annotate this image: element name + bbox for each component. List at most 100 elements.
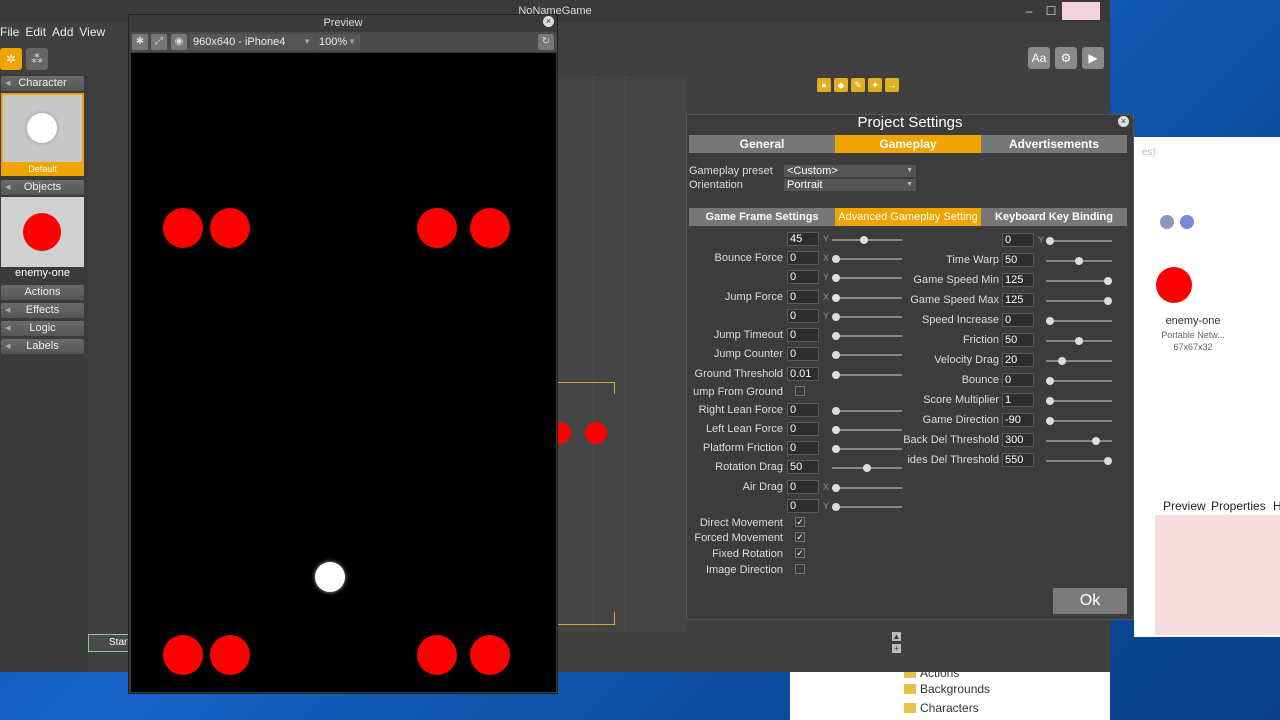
dialog.left_fields2-slider-knob[interactable]	[832, 484, 840, 492]
dialog.left_fields-slider-knob[interactable]	[860, 236, 868, 244]
tab-general[interactable]: General	[689, 135, 835, 153]
font-button[interactable]: Aa	[1028, 47, 1050, 69]
character-tool-icon[interactable]: ✲	[0, 48, 22, 70]
dialog.left_fields2-slider-track[interactable]	[832, 487, 902, 489]
jump-from-ground-checkbox[interactable]	[795, 386, 805, 396]
dialog.right_fields-slider-knob[interactable]	[1046, 237, 1054, 245]
dialog.left_fields-input[interactable]: 0	[787, 270, 819, 284]
dialog.left_fields-input[interactable]: 0.01	[787, 367, 819, 381]
subtab-game-frame[interactable]: Game Frame Settings	[689, 208, 835, 226]
dialog.right_fields-input[interactable]: 0	[1002, 373, 1034, 387]
dialog.right_fields-slider-knob[interactable]	[1046, 317, 1054, 325]
dialog.right_fields-input[interactable]: 50	[1002, 253, 1034, 267]
start-button[interactable]: Start	[88, 634, 130, 652]
explorer-item-characters[interactable]: Characters	[920, 701, 979, 715]
device-select[interactable]: 960x640 - iPhone4 ▼	[190, 34, 315, 50]
dialog.right_fields-slider-knob[interactable]	[1104, 457, 1112, 465]
dialog.right_fields-input[interactable]: 550	[1002, 453, 1034, 467]
dialog.right_fields-slider-knob[interactable]	[1046, 417, 1054, 425]
actions-header[interactable]: Actions	[1, 285, 84, 300]
info-icon[interactable]	[1180, 215, 1194, 229]
dialog.right_fields-input[interactable]: 0	[1002, 233, 1034, 247]
dialog.right_fields-slider-knob[interactable]	[1075, 337, 1083, 345]
scene-enemy[interactable]	[585, 422, 607, 444]
close-button[interactable]	[1062, 2, 1100, 20]
arrow-icon[interactable]: →	[885, 78, 899, 92]
menu-view[interactable]: View	[79, 22, 111, 42]
dialog.left_fields-input[interactable]: 45	[787, 232, 819, 246]
dialog.right_fields-slider-knob[interactable]	[1104, 297, 1112, 305]
zoom-select[interactable]: 100% ▼	[316, 34, 360, 50]
checkbox[interactable]: ✓	[795, 548, 805, 558]
menu-edit[interactable]: Edit	[25, 22, 52, 42]
dialog.right_fields-slider-knob[interactable]	[1046, 397, 1054, 405]
dialog.right_fields-slider-track[interactable]	[1046, 300, 1112, 302]
dialog.right_fields-input[interactable]: 300	[1002, 433, 1034, 447]
dialog.right_fields-slider-knob[interactable]	[1075, 257, 1083, 265]
snap-icon[interactable]: ◆	[834, 78, 848, 92]
dialog.right_fields-slider-knob[interactable]	[1092, 437, 1100, 445]
dialog.right_fields-slider-track[interactable]	[1046, 440, 1112, 442]
dialog.left_fields2-slider-track[interactable]	[832, 429, 902, 431]
settings-button[interactable]: ⚙	[1055, 47, 1077, 69]
asset-thumbnail[interactable]	[1156, 267, 1192, 303]
character-header[interactable]: ◀ Character	[1, 76, 84, 91]
dialog.left_fields2-input[interactable]: 0	[787, 422, 819, 436]
camera-icon[interactable]: ◉	[171, 34, 187, 50]
dialog.left_fields-input[interactable]: 0	[787, 347, 819, 361]
gear-icon[interactable]	[1160, 215, 1174, 229]
dialog.right_fields-input[interactable]: -90	[1002, 413, 1034, 427]
preset-select[interactable]: <Custom> ▼	[784, 165, 916, 177]
subtab-keyboard[interactable]: Keyboard Key Binding	[981, 208, 1127, 226]
close-icon[interactable]: ×	[1118, 116, 1129, 127]
labels-header[interactable]: ◀ Labels	[1, 339, 84, 354]
expand-icon[interactable]: ⤢	[151, 34, 167, 50]
refresh-icon[interactable]: ↻	[538, 34, 554, 50]
hierarchy-tool-icon[interactable]: ⁂	[26, 48, 48, 70]
dialog.right_fields-slider-track[interactable]	[1046, 420, 1112, 422]
dialog.right_fields-slider-track[interactable]	[1046, 460, 1112, 462]
play-button[interactable]: ▶	[1082, 47, 1104, 69]
menu-file[interactable]: File	[0, 22, 25, 42]
dialog.left_fields-input[interactable]: 0	[787, 290, 819, 304]
subtab-advanced-gameplay[interactable]: Advanced Gameplay Setting	[835, 208, 981, 226]
dialog.left_fields2-slider-knob[interactable]	[832, 503, 840, 511]
dialog.right_fields-input[interactable]: 50	[1002, 333, 1034, 347]
dialog.right_fields-slider-track[interactable]	[1046, 380, 1112, 382]
tab-h[interactable]: H	[1273, 499, 1280, 513]
explorer-item-backgrounds[interactable]: Backgrounds	[920, 682, 990, 696]
dialog.right_fields-input[interactable]: 125	[1002, 293, 1034, 307]
dialog.left_fields-input[interactable]: 0	[787, 328, 819, 342]
dialog.left_fields-input[interactable]: 0	[787, 309, 819, 323]
effects-header[interactable]: ◀ Effects	[1, 303, 84, 318]
checkbox[interactable]: ✓	[795, 517, 805, 527]
tab-gameplay[interactable]: Gameplay	[835, 135, 981, 153]
dialog.right_fields-slider-track[interactable]	[1046, 320, 1112, 322]
dialog.left_fields2-slider-knob[interactable]	[832, 426, 840, 434]
logic-header[interactable]: ◀ Logic	[1, 321, 84, 336]
dialog.right_fields-input[interactable]: 20	[1002, 353, 1034, 367]
maximize-button[interactable]: ☐	[1040, 2, 1062, 20]
ok-button[interactable]: Ok	[1053, 588, 1127, 614]
dialog.left_fields2-input[interactable]: 0	[787, 403, 819, 417]
checkbox[interactable]: ✓	[795, 532, 805, 542]
tab-advertisements[interactable]: Advertisements	[981, 135, 1127, 153]
dialog.left_fields2-input[interactable]: 0	[787, 441, 819, 455]
tab-properties[interactable]: Properties	[1211, 499, 1266, 513]
edit-icon[interactable]: ✎	[851, 78, 865, 92]
orientation-select[interactable]: Portrait ▼	[784, 179, 916, 191]
dialog.left_fields2-input[interactable]: 0	[787, 499, 819, 513]
scroll-up-icon[interactable]: ▲	[892, 632, 901, 641]
dialog.right_fields-input[interactable]: 1	[1002, 393, 1034, 407]
menu-add[interactable]: Add	[52, 22, 79, 42]
dialog.right_fields-slider-knob[interactable]	[1104, 277, 1112, 285]
game-canvas[interactable]	[131, 53, 556, 692]
dialog.right_fields-slider-track[interactable]	[1046, 280, 1112, 282]
dialog.right_fields-input[interactable]: 125	[1002, 273, 1034, 287]
preview-close-icon[interactable]: ×	[543, 16, 554, 27]
lock-icon[interactable]: ●	[817, 78, 831, 92]
dialog.left_fields2-slider-track[interactable]	[832, 410, 902, 412]
add-icon[interactable]: +	[892, 644, 901, 653]
objects-header[interactable]: ◀ Objects	[1, 180, 84, 195]
dialog.left_fields-input[interactable]: 0	[787, 251, 819, 265]
